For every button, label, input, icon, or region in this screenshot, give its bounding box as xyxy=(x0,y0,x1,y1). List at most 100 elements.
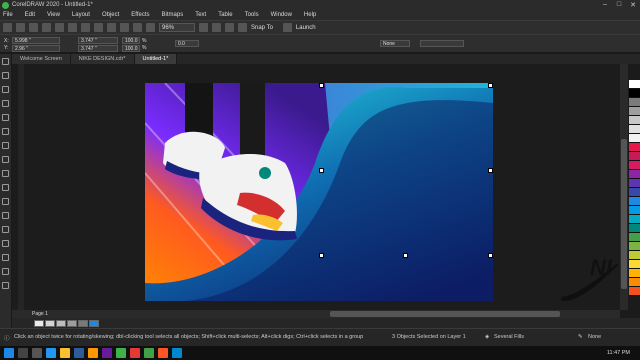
publish-pdf-icon[interactable] xyxy=(146,23,155,32)
palette-swatch-2[interactable] xyxy=(629,89,640,98)
show-rulers-icon[interactable] xyxy=(212,23,221,32)
crop-tool-icon[interactable] xyxy=(2,86,9,93)
doc-swatch-2[interactable] xyxy=(45,319,55,327)
menu-text[interactable]: Text xyxy=(195,12,206,18)
freehand-tool-icon[interactable] xyxy=(2,114,9,121)
palette-swatch-17[interactable] xyxy=(629,224,640,233)
palette-swatch-21[interactable] xyxy=(629,260,640,269)
palette-swatch-19[interactable] xyxy=(629,242,640,251)
redo-icon[interactable] xyxy=(94,23,103,32)
menu-help[interactable]: Help xyxy=(304,12,316,18)
premiere-icon[interactable] xyxy=(102,348,112,358)
width-field[interactable]: 3.747 " xyxy=(78,37,118,44)
palette-swatch-14[interactable] xyxy=(629,197,640,206)
palette-swatch-15[interactable] xyxy=(629,206,640,215)
palette-swatch-7[interactable] xyxy=(629,134,640,143)
scale-y-field[interactable]: 100.0 xyxy=(122,45,140,52)
canvas-artwork[interactable] xyxy=(145,83,493,301)
zoom-level-field[interactable]: 96% xyxy=(159,23,195,32)
doc-swatch-4[interactable] xyxy=(67,319,77,327)
menu-layout[interactable]: Layout xyxy=(72,12,90,18)
app-icon[interactable] xyxy=(158,348,168,358)
photoshop-icon[interactable] xyxy=(74,348,84,358)
cut-icon[interactable] xyxy=(42,23,51,32)
menu-effects[interactable]: Effects xyxy=(131,12,149,18)
palette-swatch-18[interactable] xyxy=(629,233,640,242)
copy-icon[interactable] xyxy=(55,23,64,32)
file-explorer-icon[interactable] xyxy=(60,348,70,358)
save-icon[interactable] xyxy=(29,23,38,32)
ellipse-tool-icon[interactable] xyxy=(2,156,9,163)
interactive-fill-icon[interactable] xyxy=(2,268,9,275)
doc-swatch-3[interactable] xyxy=(56,319,66,327)
pick-tool-icon[interactable] xyxy=(2,58,9,65)
tab-nike-design[interactable]: NIKE DESIGN.cdr* xyxy=(70,54,135,64)
palette-swatch-20[interactable] xyxy=(629,251,640,260)
palette-swatch-11[interactable] xyxy=(629,170,640,179)
scale-x-field[interactable]: 100.0 xyxy=(122,37,140,44)
menu-view[interactable]: View xyxy=(47,12,60,18)
telegram-icon[interactable] xyxy=(172,348,182,358)
palette-swatch-4[interactable] xyxy=(629,107,640,116)
height-field[interactable]: 3.747 " xyxy=(78,45,118,52)
selection-handle-bottom-right[interactable] xyxy=(488,253,493,258)
menu-bitmaps[interactable]: Bitmaps xyxy=(162,12,184,18)
zoom-tool-icon[interactable] xyxy=(2,100,9,107)
selection-handle-bottom[interactable] xyxy=(403,253,408,258)
palette-swatch-8[interactable] xyxy=(629,143,640,152)
palette-swatch-6[interactable] xyxy=(629,125,640,134)
rotation-angle-field[interactable]: 0.0 xyxy=(175,40,199,47)
doc-swatch-1[interactable] xyxy=(34,319,44,327)
palette-swatch-9[interactable] xyxy=(629,152,640,161)
outline-width-dropdown[interactable]: None xyxy=(380,40,410,47)
smart-fill-icon[interactable] xyxy=(2,282,9,289)
shape-tool-icon[interactable] xyxy=(2,72,9,79)
launch-dropdown[interactable]: Launch xyxy=(296,25,316,31)
parallel-dimension-icon[interactable] xyxy=(2,198,9,205)
snap-to-dropdown[interactable]: Snap To xyxy=(251,25,273,31)
palette-swatch-24[interactable] xyxy=(629,287,640,296)
rectangle-tool-icon[interactable] xyxy=(2,142,9,149)
doc-swatch-6[interactable] xyxy=(89,319,99,327)
artistic-media-icon[interactable] xyxy=(2,128,9,135)
selection-handle-right[interactable] xyxy=(488,168,493,173)
palette-swatch-22[interactable] xyxy=(629,269,640,278)
x-position-field[interactable]: 5.998 " xyxy=(12,37,60,44)
eyedropper-icon[interactable] xyxy=(2,254,9,261)
vertical-scrollbar[interactable] xyxy=(620,64,628,310)
palette-swatch-10[interactable] xyxy=(629,161,640,170)
search-icon[interactable] xyxy=(18,348,28,358)
new-document-icon[interactable] xyxy=(3,23,12,32)
undo-icon[interactable] xyxy=(81,23,90,32)
task-view-icon[interactable] xyxy=(32,348,42,358)
tab-untitled-1[interactable]: Untitled-1* xyxy=(134,54,178,64)
palette-swatch-12[interactable] xyxy=(629,179,640,188)
menu-object[interactable]: Object xyxy=(102,12,119,18)
drop-shadow-icon[interactable] xyxy=(2,226,9,233)
text-tool-icon[interactable] xyxy=(2,184,9,191)
whatsapp-icon[interactable] xyxy=(144,348,154,358)
coreldraw-taskbar-icon[interactable] xyxy=(116,348,126,358)
show-grid-icon[interactable] xyxy=(225,23,234,32)
y-position-field[interactable]: 2.96 " xyxy=(12,45,60,52)
connector-tool-icon[interactable] xyxy=(2,212,9,219)
page-1-tab[interactable]: Page 1 xyxy=(32,311,48,317)
menu-window[interactable]: Window xyxy=(271,12,292,18)
palette-swatch-5[interactable] xyxy=(629,116,640,125)
palette-swatch-23[interactable] xyxy=(629,278,640,287)
import-icon[interactable] xyxy=(120,23,129,32)
palette-swatch-13[interactable] xyxy=(629,188,640,197)
selection-handle-left[interactable] xyxy=(319,168,324,173)
edge-icon[interactable] xyxy=(46,348,56,358)
search-content-icon[interactable] xyxy=(107,23,116,32)
paste-icon[interactable] xyxy=(68,23,77,32)
vertical-scroll-thumb[interactable] xyxy=(621,139,627,289)
open-icon[interactable] xyxy=(16,23,25,32)
minimize-icon[interactable]: – xyxy=(598,1,612,9)
menu-table[interactable]: Table xyxy=(218,12,232,18)
selection-handle-bottom-left[interactable] xyxy=(319,253,324,258)
maximize-icon[interactable]: □ xyxy=(612,1,626,9)
horizontal-scrollbar[interactable] xyxy=(130,310,620,318)
menu-file[interactable]: File xyxy=(3,12,13,18)
tab-welcome-screen[interactable]: Welcome Screen xyxy=(12,54,71,64)
